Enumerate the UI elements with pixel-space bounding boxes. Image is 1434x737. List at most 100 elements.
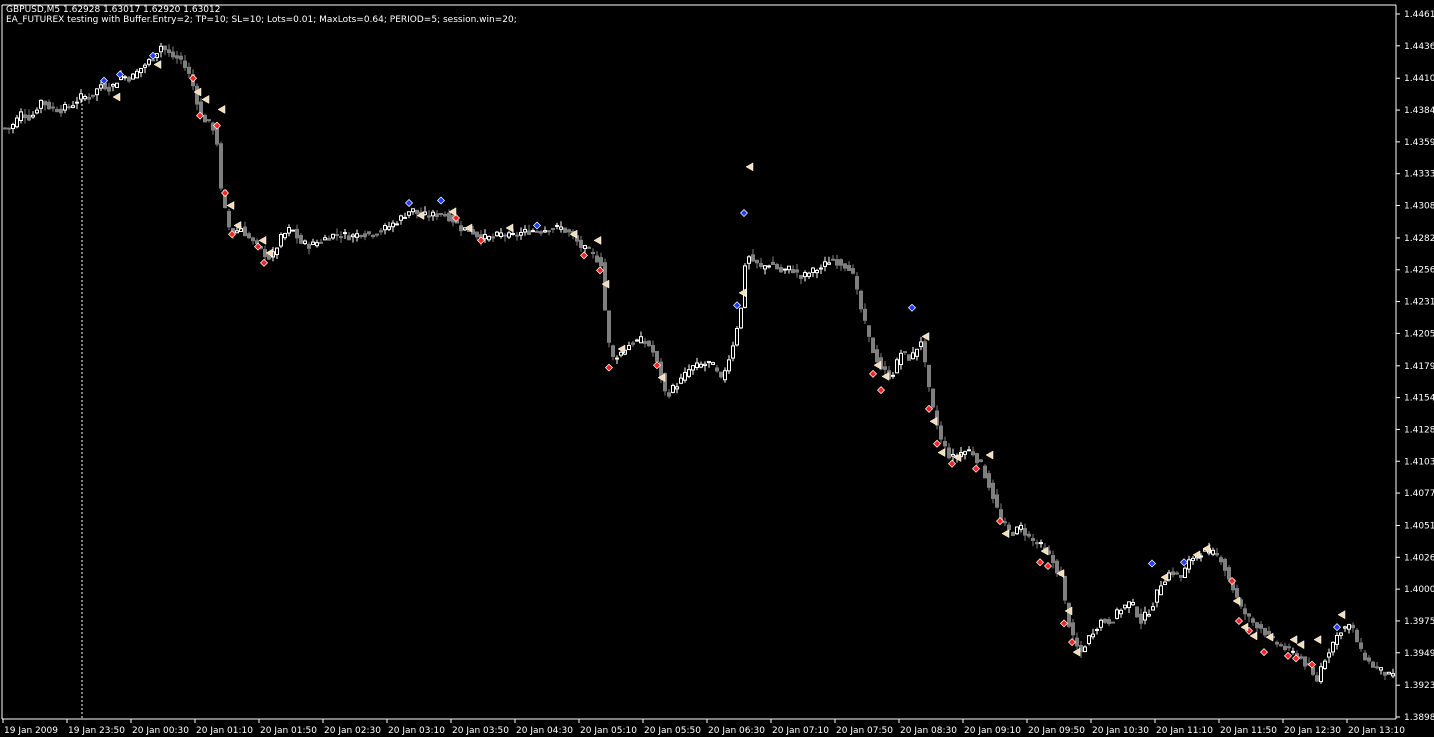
candle-body-bear	[207, 119, 211, 122]
candle-body-bull	[543, 230, 547, 233]
candle-body-bear	[59, 108, 63, 114]
candle-body-bull	[915, 348, 919, 357]
price-tick-label: 1.42565	[1404, 266, 1434, 276]
candle-body-bull	[1019, 524, 1023, 530]
candle-body-bear	[971, 451, 975, 456]
candle-body-bull	[951, 453, 955, 457]
candle-body-bear	[795, 269, 799, 273]
sell-arrow-icon	[260, 258, 268, 267]
price-tick-label: 1.41795	[1404, 362, 1434, 372]
price-tick-label: 1.41285	[1404, 425, 1434, 435]
candle-body-bear	[1235, 587, 1239, 598]
candle-body-bull	[99, 84, 103, 89]
candle-body-bear	[439, 212, 443, 215]
candle-body-bear	[307, 243, 311, 249]
candle-body-bear	[651, 345, 655, 353]
candle-body-bear	[1279, 644, 1283, 647]
price-tick-label: 1.39235	[1404, 681, 1434, 691]
time-tick-label: 20 Jan 05:10	[580, 726, 637, 736]
candle-body-bear	[1139, 613, 1143, 624]
candle-body-bull	[1323, 660, 1327, 669]
time-tick-label: 20 Jan 10:30	[1092, 726, 1149, 736]
candle-body-bull	[1115, 609, 1119, 619]
candle-body-bull	[911, 352, 915, 360]
candle-body-bear	[67, 106, 71, 109]
close-marker-icon	[112, 92, 121, 102]
candle-body-bull	[407, 211, 411, 216]
price-tick-label: 1.43080	[1404, 202, 1434, 212]
price-tick-label: 1.39750	[1404, 617, 1434, 627]
sell-arrow-icon	[1068, 638, 1076, 647]
candle-body-bear	[491, 236, 495, 239]
candle-body-bear	[599, 257, 603, 267]
candle-body-bull	[387, 226, 391, 230]
time-tick-label: 19 Jan 23:50	[68, 726, 125, 736]
candle-body-bear	[1111, 621, 1115, 624]
chart-area[interactable]: 1.44615 1.44360 1.44100 1.43845 1.43590 1.433…	[0, 0, 1434, 737]
candle-body-bull	[639, 336, 643, 344]
price-tick-label: 1.44360	[1404, 42, 1434, 52]
candle-body-bull	[1327, 652, 1331, 658]
candle-body-bear	[1351, 624, 1355, 629]
candle-body-bear	[923, 341, 927, 363]
candle-body-bear	[1363, 652, 1367, 661]
candle-body-bear	[299, 235, 303, 244]
candle-body-bear	[1063, 575, 1067, 601]
candle-body-bull	[679, 377, 683, 384]
sell-arrow-icon	[189, 74, 197, 83]
candle-body-bear	[1215, 553, 1219, 556]
sell-arrow-icon	[877, 386, 885, 395]
price-chart[interactable]: 1.44615 1.44360 1.44100 1.43845 1.43590 1.433…	[0, 0, 1434, 737]
candle-body-bull	[635, 339, 639, 342]
candle-body-bull	[1391, 673, 1395, 677]
candle-body-bear	[175, 55, 179, 59]
price-tick-label: 1.42820	[1404, 234, 1434, 244]
candle-body-bear	[839, 259, 843, 266]
candle-body-bear	[551, 227, 555, 230]
sell-arrow-icon	[1044, 562, 1052, 571]
candle-body-bull	[827, 262, 831, 265]
candle-body-bull	[711, 362, 715, 365]
candle-body-bull	[19, 111, 23, 121]
buy-arrow-icon	[1333, 623, 1341, 632]
sell-arrow-icon	[580, 251, 588, 260]
candle-body-bear	[3, 127, 7, 130]
candle-body-bear	[1383, 671, 1387, 676]
time-tick-label: 20 Jan 01:10	[196, 726, 253, 736]
buy-arrow-icon	[1180, 558, 1188, 567]
candle-body-bull	[75, 101, 79, 104]
candle-body-bear	[51, 106, 55, 109]
candle-body-bear	[563, 227, 567, 233]
sell-arrow-icon	[605, 363, 613, 372]
candle-body-bear	[1023, 528, 1027, 536]
candle-body-bull	[279, 233, 283, 247]
candle-body-bear	[247, 233, 251, 239]
candle-body-bull	[1087, 635, 1091, 644]
buy-arrow-icon-fill	[741, 209, 747, 216]
buy-arrow-icon	[437, 196, 445, 205]
close-marker-icon	[201, 95, 210, 104]
candle-body-bear	[335, 234, 339, 237]
time-tick-label: 20 Jan 00:30	[132, 726, 189, 736]
candle-body-bull	[707, 360, 711, 364]
time-tick-label: 20 Jan 09:50	[1028, 726, 1085, 736]
candle-body-bull	[1143, 611, 1147, 621]
axes	[1, 4, 1397, 720]
sell-arrow-icon-fill	[1285, 652, 1291, 659]
candle-body-bear	[843, 263, 847, 269]
price-tick-label: 1.43845	[1404, 106, 1434, 116]
candle-body-bull	[1187, 559, 1191, 570]
candle-body-bull	[1163, 581, 1167, 586]
candle-body-bull	[683, 372, 687, 381]
candle-body-bear	[1255, 622, 1259, 629]
candle-body-bear	[579, 239, 583, 248]
candle-body-bear	[1031, 538, 1035, 542]
time-tick-label: 19 Jan 2009	[4, 726, 58, 736]
time-tick-label: 20 Jan 05:50	[644, 726, 701, 736]
price-tick-label: 1.44615	[1404, 10, 1434, 20]
close-marker-icon	[738, 288, 747, 298]
candle-body-bull	[1147, 613, 1151, 617]
time-axis-ticks: 19 Jan 2009 19 Jan 23:50 20 Jan 00:30 20 Ja…	[2, 719, 1405, 736]
candle-body-bear	[595, 255, 599, 263]
candle-body-bull	[1387, 671, 1391, 675]
